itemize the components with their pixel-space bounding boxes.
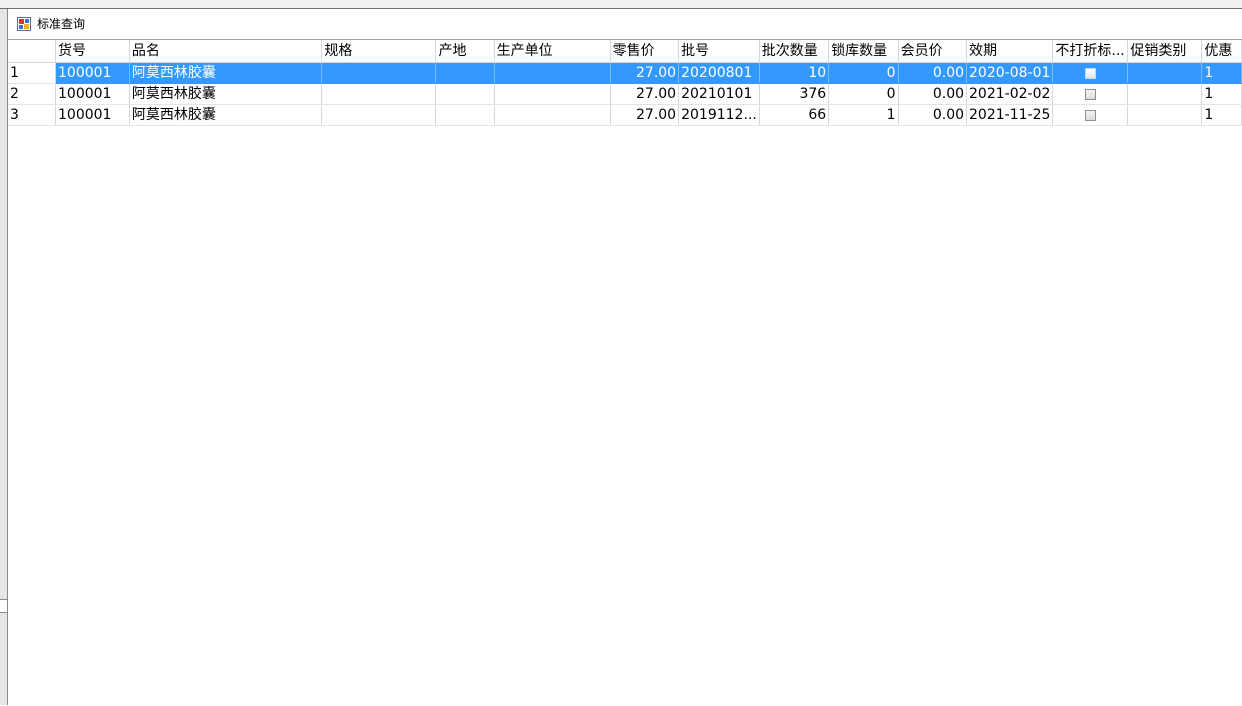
- column-header-locked-qty[interactable]: 锁库数量: [828, 40, 899, 63]
- cell-expiry[interactable]: 2021-11-25: [966, 104, 1054, 126]
- cell-batch-qty[interactable]: 10: [759, 62, 830, 84]
- cell-name[interactable]: 阿莫西林胶囊: [129, 62, 323, 84]
- cell-origin[interactable]: [435, 62, 495, 84]
- form-icon: [17, 17, 31, 31]
- left-splitter-panel[interactable]: [0, 9, 8, 705]
- top-window-edge: [0, 0, 1242, 9]
- cell-batch-qty[interactable]: 66: [759, 104, 830, 126]
- column-header-no-discount[interactable]: 不打折标...: [1052, 40, 1129, 63]
- window-title: 标准查询: [37, 17, 86, 31]
- column-header-batch-qty[interactable]: 批次数量: [759, 40, 830, 63]
- cell-spec[interactable]: [321, 62, 437, 84]
- row-number[interactable]: 2: [8, 83, 57, 105]
- results-grid[interactable]: 货号 品名 规格 产地 生产单位 零售价 批号 批次数量 锁库数量 会员价 效期…: [8, 39, 1242, 706]
- cell-locked-qty[interactable]: 0: [828, 62, 899, 84]
- cell-manufacturer[interactable]: [494, 62, 611, 84]
- title-bar: 标准查询: [8, 9, 1242, 39]
- cell-retail-price[interactable]: 27.00: [610, 104, 680, 126]
- no-discount-checkbox[interactable]: [1084, 67, 1096, 79]
- column-header-rowno[interactable]: [8, 40, 57, 63]
- cell-batch-no[interactable]: 2019112...: [678, 104, 760, 126]
- header-row: 货号 品名 规格 产地 生产单位 零售价 批号 批次数量 锁库数量 会员价 效期…: [8, 40, 1242, 63]
- cell-locked-qty[interactable]: 1: [828, 104, 899, 126]
- table-row[interactable]: 2 100001 阿莫西林胶囊 27.00 20210101 376 0 0.0…: [8, 83, 1242, 105]
- cell-code[interactable]: 100001: [55, 104, 130, 126]
- cell-manufacturer[interactable]: [494, 83, 611, 105]
- cell-expiry[interactable]: 2021-02-02: [966, 83, 1054, 105]
- cell-name[interactable]: 阿莫西林胶囊: [129, 83, 323, 105]
- column-header-member-price[interactable]: 会员价: [898, 40, 968, 63]
- cell-spec[interactable]: [321, 104, 437, 126]
- cell-code[interactable]: 100001: [55, 62, 130, 84]
- column-header-promo-type[interactable]: 促销类别: [1127, 40, 1203, 63]
- cell-batch-no[interactable]: 20210101: [678, 83, 760, 105]
- row-number[interactable]: 1: [8, 62, 57, 84]
- column-header-batch-no[interactable]: 批号: [678, 40, 760, 63]
- table-row[interactable]: 3 100001 阿莫西林胶囊 27.00 2019112... 66 1 0.…: [8, 104, 1242, 126]
- column-header-name[interactable]: 品名: [129, 40, 323, 63]
- cell-promo-type[interactable]: [1127, 104, 1203, 126]
- cell-no-discount[interactable]: [1052, 62, 1129, 84]
- no-discount-checkbox[interactable]: [1084, 88, 1096, 100]
- cell-member-price[interactable]: 0.00: [898, 104, 968, 126]
- cell-batch-qty[interactable]: 376: [759, 83, 830, 105]
- cell-batch-no[interactable]: 20200801: [678, 62, 760, 84]
- cell-spec[interactable]: [321, 83, 437, 105]
- cell-member-price[interactable]: 0.00: [898, 62, 968, 84]
- cell-promo-type[interactable]: [1127, 62, 1203, 84]
- no-discount-checkbox[interactable]: [1084, 109, 1096, 121]
- cell-origin[interactable]: [435, 83, 495, 105]
- cell-expiry[interactable]: 2020-08-01: [966, 62, 1054, 84]
- column-header-retail-price[interactable]: 零售价: [610, 40, 680, 63]
- column-header-code[interactable]: 货号: [55, 40, 130, 63]
- cell-locked-qty[interactable]: 0: [828, 83, 899, 105]
- cell-no-discount[interactable]: [1052, 104, 1129, 126]
- cell-discount[interactable]: 1: [1201, 83, 1242, 105]
- splitter-grip[interactable]: [0, 599, 7, 613]
- cell-discount[interactable]: 1: [1201, 104, 1242, 126]
- cell-manufacturer[interactable]: [494, 104, 611, 126]
- column-header-discount[interactable]: 优惠: [1201, 40, 1242, 63]
- results-table: 货号 品名 规格 产地 生产单位 零售价 批号 批次数量 锁库数量 会员价 效期…: [8, 40, 1242, 126]
- cell-origin[interactable]: [435, 104, 495, 126]
- cell-member-price[interactable]: 0.00: [898, 83, 968, 105]
- cell-code[interactable]: 100001: [55, 83, 130, 105]
- cell-name[interactable]: 阿莫西林胶囊: [129, 104, 323, 126]
- standard-query-window: 标准查询 货号 品名 规格 产地 生产单位 零售价 批号 批次数量 锁库数量 会…: [8, 9, 1242, 705]
- table-row[interactable]: 1 100001 阿莫西林胶囊 27.00 20200801 10 0 0.00…: [8, 62, 1242, 84]
- cell-no-discount[interactable]: [1052, 83, 1129, 105]
- column-header-origin[interactable]: 产地: [435, 40, 495, 63]
- column-header-expiry[interactable]: 效期: [966, 40, 1054, 63]
- row-number[interactable]: 3: [8, 104, 57, 126]
- cell-retail-price[interactable]: 27.00: [610, 83, 680, 105]
- cell-discount[interactable]: 1: [1201, 62, 1242, 84]
- column-header-manufacturer[interactable]: 生产单位: [494, 40, 611, 63]
- cell-promo-type[interactable]: [1127, 83, 1203, 105]
- column-header-spec[interactable]: 规格: [321, 40, 437, 63]
- cell-retail-price[interactable]: 27.00: [610, 62, 680, 84]
